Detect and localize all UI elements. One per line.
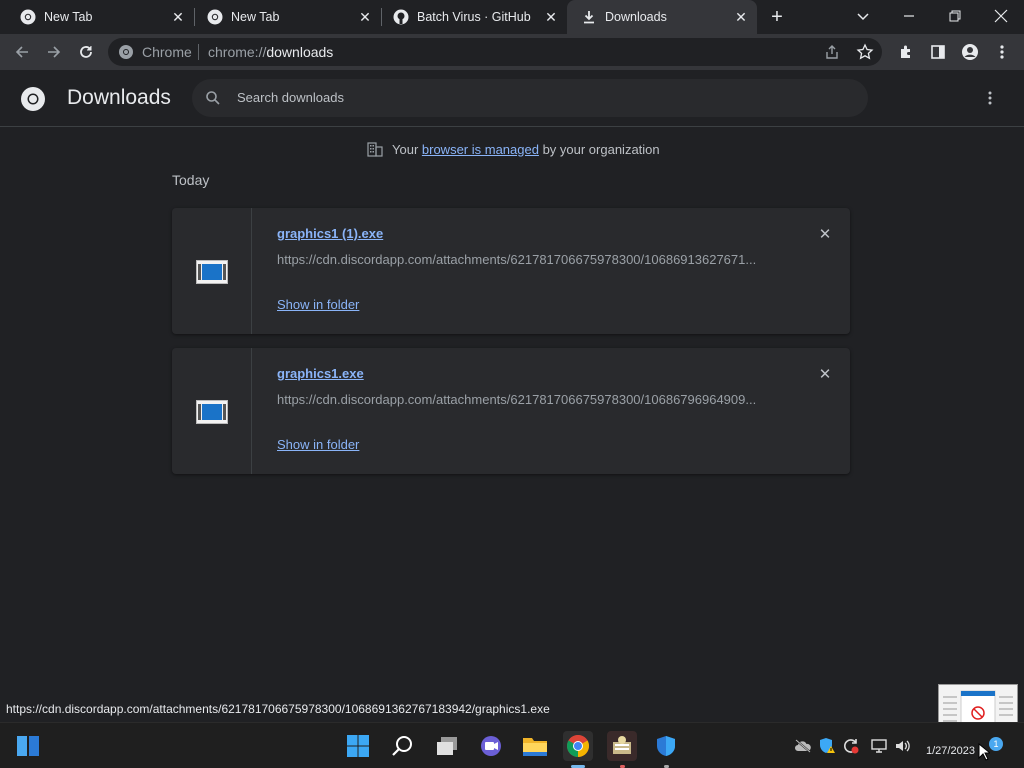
batch-app-icon[interactable] — [607, 731, 637, 761]
file-icon-cell — [172, 348, 252, 474]
start-windows-icon[interactable] — [343, 731, 373, 761]
browser-toolbar: Chrome chrome://downloads — [0, 34, 1024, 70]
tab-new-tab-2[interactable]: New Tab ✕ — [187, 0, 381, 34]
search-downloads-input[interactable]: Search downloads — [192, 79, 868, 117]
notification-badge[interactable]: 1 — [989, 737, 1003, 751]
sync-error-icon[interactable] — [842, 737, 860, 755]
tab-strip: New Tab ✕ New Tab ✕ Batch Virus · GitHub… — [0, 0, 1024, 34]
origin-chip: Chrome — [142, 44, 192, 60]
tab-search-chevron-icon[interactable] — [855, 8, 871, 24]
managed-prefix: Your — [392, 141, 422, 157]
tab-title: Downloads — [605, 10, 667, 24]
file-explorer-icon[interactable] — [520, 731, 550, 761]
download-item: graphics1 (1).exe https://cdn.discordapp… — [172, 208, 850, 334]
building-icon — [366, 140, 384, 158]
minimize-icon[interactable] — [900, 8, 918, 24]
mouse-cursor-icon — [978, 742, 992, 761]
managed-notice: Your browser is managed by your organiza… — [366, 140, 660, 158]
remove-close-icon[interactable]: ✕ — [817, 366, 833, 383]
tab-downloads[interactable]: Downloads ✕ — [567, 0, 757, 34]
remove-close-icon[interactable]: ✕ — [817, 226, 833, 243]
share-icon[interactable] — [824, 44, 840, 60]
teams-chat-icon[interactable] — [476, 731, 506, 761]
onedrive-offline-icon[interactable] — [794, 737, 812, 755]
close-icon[interactable]: ✕ — [543, 9, 559, 25]
address-bar[interactable]: Chrome chrome://downloads — [108, 38, 882, 66]
search-placeholder: Search downloads — [237, 90, 344, 105]
profile-avatar-icon[interactable] — [956, 38, 984, 66]
volume-icon[interactable] — [894, 737, 912, 755]
managed-suffix: by your organization — [538, 141, 660, 157]
reload-icon[interactable] — [72, 38, 100, 66]
chrome-icon — [207, 9, 223, 25]
security-warning-icon[interactable] — [818, 737, 836, 755]
file-name-link[interactable]: graphics1 (1).exe — [277, 226, 383, 241]
tab-title: New Tab — [44, 10, 93, 24]
chrome-taskbar-icon[interactable] — [563, 731, 593, 761]
date-section-label: Today — [172, 172, 210, 188]
chrome-logo-icon — [20, 86, 46, 112]
close-icon[interactable]: ✕ — [170, 9, 186, 25]
download-icon — [581, 9, 597, 25]
divider — [198, 44, 199, 60]
side-panel-icon[interactable] — [924, 38, 952, 66]
search-icon[interactable] — [388, 731, 418, 761]
widgets-icon[interactable] — [13, 731, 43, 761]
exe-file-icon — [196, 400, 228, 424]
show-in-folder-link[interactable]: Show in folder — [277, 297, 359, 312]
file-source-url[interactable]: https://cdn.discordapp.com/attachments/6… — [277, 252, 756, 267]
close-icon[interactable]: ✕ — [357, 9, 373, 25]
forward-icon[interactable] — [40, 38, 68, 66]
new-tab-button[interactable]: + — [766, 7, 788, 29]
close-icon[interactable]: ✕ — [733, 9, 749, 25]
file-icon-cell — [172, 208, 252, 334]
search-icon — [205, 90, 221, 106]
task-view-icon[interactable] — [432, 731, 462, 761]
tab-title: Batch Virus · GitHub — [417, 10, 531, 24]
windows-security-icon[interactable] — [651, 731, 681, 761]
extensions-puzzle-icon[interactable] — [892, 38, 920, 66]
window-close-icon[interactable] — [992, 7, 1010, 25]
restore-icon[interactable] — [946, 8, 964, 24]
chrome-icon — [118, 44, 134, 60]
back-icon[interactable] — [8, 38, 36, 66]
github-icon — [393, 9, 409, 25]
download-item: graphics1.exe https://cdn.discordapp.com… — [172, 348, 850, 474]
file-source-url[interactable]: https://cdn.discordapp.com/attachments/6… — [277, 392, 756, 407]
file-name-link[interactable]: graphics1.exe — [277, 366, 364, 381]
show-in-folder-link[interactable]: Show in folder — [277, 437, 359, 452]
browser-managed-link[interactable]: browser is managed — [422, 142, 539, 157]
more-actions-icon[interactable] — [986, 90, 994, 106]
page-title: Downloads — [67, 86, 171, 109]
chrome-icon — [20, 9, 36, 25]
tab-title: New Tab — [231, 10, 280, 24]
tab-batch-virus-github[interactable]: Batch Virus · GitHub ✕ — [373, 0, 567, 34]
network-icon[interactable] — [870, 737, 888, 755]
downloads-header: Downloads Search downloads — [0, 70, 1024, 127]
url-text: chrome://downloads — [208, 44, 334, 60]
tab-new-tab-1[interactable]: New Tab ✕ — [0, 0, 194, 34]
bookmark-star-icon[interactable] — [856, 43, 874, 61]
exe-file-icon — [196, 260, 228, 284]
taskbar-clock[interactable]: 1/27/2023 — [926, 745, 975, 757]
windows-taskbar: 1/27/2023 1 — [0, 722, 1024, 768]
chrome-menu-icon[interactable] — [988, 38, 1016, 66]
link-status-bubble: https://cdn.discordapp.com/attachments/6… — [0, 700, 556, 720]
